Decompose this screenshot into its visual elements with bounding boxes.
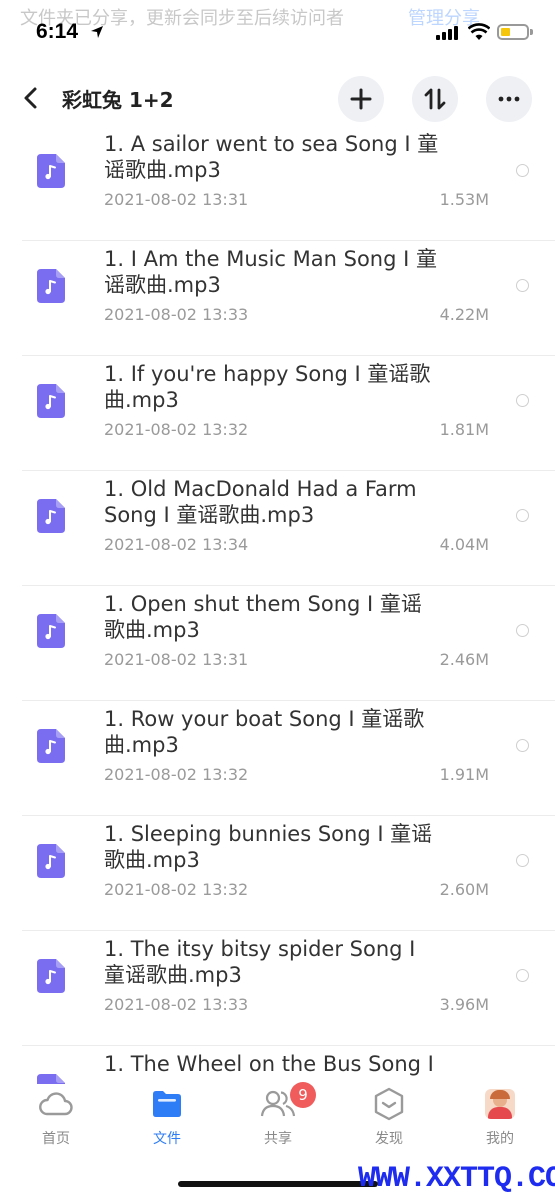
tab-label: 我的 <box>486 1131 514 1147</box>
plus-icon <box>350 88 372 110</box>
file-name: 1. Row your boat Song I 童谣歌曲.mp3 <box>104 707 425 757</box>
tab-home[interactable]: 首页 <box>16 1086 96 1148</box>
select-radio[interactable] <box>516 739 529 752</box>
audio-file-icon <box>37 269 65 303</box>
tab-me[interactable]: 我的 <box>460 1086 540 1148</box>
file-size: 2.46M <box>439 650 489 669</box>
file-date: 2021-08-02 13:31 <box>104 190 249 209</box>
file-row[interactable]: 1. The itsy bitsy spider Song I 童谣歌曲.mp3… <box>0 931 555 1046</box>
home-indicator[interactable] <box>178 1181 378 1187</box>
file-date: 2021-08-02 13:32 <box>104 420 249 439</box>
file-name: 1. I Am the Music Man Song I 童谣歌曲.mp3 <box>104 247 437 297</box>
select-radio[interactable] <box>516 164 529 177</box>
avatar <box>485 1089 515 1119</box>
file-row[interactable]: 1. Open shut them Song I 童谣歌曲.mp3 2021-0… <box>0 586 555 701</box>
sort-icon <box>424 88 446 110</box>
file-row[interactable]: 1. I Am the Music Man Song I 童谣歌曲.mp3 20… <box>0 241 555 356</box>
status-bar: 文件夹已分享，更新会同步至后续访问者 管理分享 6:14 <box>0 0 555 70</box>
file-name: 1. Sleeping bunnies Song I 童谣歌曲.mp3 <box>104 822 433 872</box>
file-date: 2021-08-02 13:31 <box>104 650 249 669</box>
file-name: 1. Old MacDonald Had a Farm Song I 童谣歌曲.… <box>104 477 417 527</box>
battery-tip <box>530 29 533 35</box>
file-row[interactable]: 1. The Wheel on the Bus Song I <box>0 1046 555 1084</box>
file-date: 2021-08-02 13:33 <box>104 995 249 1014</box>
file-row[interactable]: 1. Sleeping bunnies Song I 童谣歌曲.mp3 2021… <box>0 816 555 931</box>
file-size: 4.04M <box>439 535 489 554</box>
file-name: 1. The itsy bitsy spider Song I 童谣歌曲.mp3 <box>104 937 416 987</box>
audio-file-icon <box>37 729 65 763</box>
more-button[interactable] <box>486 76 532 122</box>
select-radio[interactable] <box>516 624 529 637</box>
cloud-icon <box>39 1092 73 1116</box>
file-date: 2021-08-02 13:34 <box>104 535 249 554</box>
file-row[interactable]: 1. Old MacDonald Had a Farm Song I 童谣歌曲.… <box>0 471 555 586</box>
tab-label: 发现 <box>375 1131 403 1147</box>
file-row[interactable]: 1. If you're happy Song I 童谣歌曲.mp3 2021-… <box>0 356 555 471</box>
folder-icon <box>153 1091 181 1117</box>
file-size: 1.81M <box>439 420 489 439</box>
audio-file-icon <box>37 1074 65 1084</box>
select-radio[interactable] <box>516 969 529 982</box>
file-size: 4.22M <box>439 305 489 324</box>
audio-file-icon <box>37 614 65 648</box>
file-size: 3.96M <box>439 995 489 1014</box>
audio-file-icon <box>37 154 65 188</box>
tab-label: 文件 <box>153 1131 181 1147</box>
file-size: 1.53M <box>439 190 489 209</box>
page-title: 彩虹兔 1+2 <box>62 88 174 112</box>
audio-file-icon <box>37 384 65 418</box>
select-radio[interactable] <box>516 854 529 867</box>
audio-file-icon <box>37 959 65 993</box>
tab-discover[interactable]: 发现 <box>349 1086 429 1148</box>
chevron-left-icon[interactable] <box>18 84 44 112</box>
file-list: 1. A sailor went to sea Song I 童谣歌曲.mp3 … <box>0 126 555 1084</box>
file-name: 1. If you're happy Song I 童谣歌曲.mp3 <box>104 362 431 412</box>
battery-icon <box>497 24 529 40</box>
wifi-icon <box>468 23 490 40</box>
file-date: 2021-08-02 13:32 <box>104 765 249 784</box>
add-button[interactable] <box>338 76 384 122</box>
location-arrow-icon <box>91 26 103 38</box>
tab-files[interactable]: 文件 <box>127 1086 207 1148</box>
navigation-bar: 彩虹兔 1+2 <box>0 70 555 126</box>
notification-badge: 9 <box>290 1082 316 1108</box>
file-name: 1. The Wheel on the Bus Song I <box>104 1052 434 1076</box>
file-date: 2021-08-02 13:32 <box>104 880 249 899</box>
select-radio[interactable] <box>516 279 529 292</box>
file-size: 1.91M <box>439 765 489 784</box>
file-name: 1. A sailor went to sea Song I 童谣歌曲.mp3 <box>104 132 439 182</box>
status-time: 6:14 <box>36 20 79 43</box>
file-row[interactable]: 1. Row your boat Song I 童谣歌曲.mp3 2021-08… <box>0 701 555 816</box>
tab-label: 共享 <box>264 1131 292 1147</box>
sort-button[interactable] <box>412 76 458 122</box>
file-name: 1. Open shut them Song I 童谣歌曲.mp3 <box>104 592 422 642</box>
more-icon <box>498 96 520 102</box>
discover-icon <box>374 1087 404 1121</box>
audio-file-icon <box>37 499 65 533</box>
tab-label: 首页 <box>42 1131 70 1147</box>
file-date: 2021-08-02 13:33 <box>104 305 249 324</box>
file-row[interactable]: 1. A sailor went to sea Song I 童谣歌曲.mp3 … <box>0 126 555 241</box>
cellular-signal-icon <box>436 26 458 40</box>
watermark: WWW.XXTTQ.COM <box>358 1162 555 1196</box>
file-size: 2.60M <box>439 880 489 899</box>
select-radio[interactable] <box>516 394 529 407</box>
audio-file-icon <box>37 844 65 878</box>
select-radio[interactable] <box>516 509 529 522</box>
